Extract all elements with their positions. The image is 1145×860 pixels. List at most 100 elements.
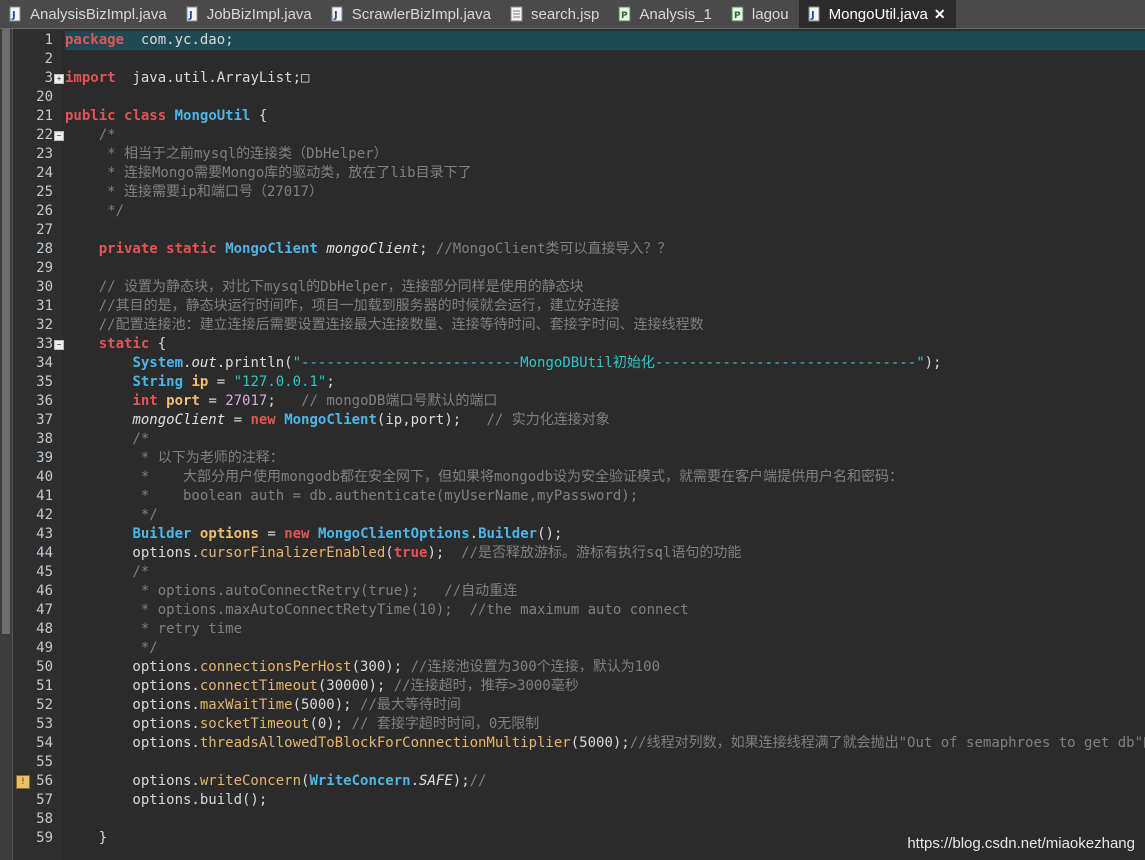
code-token: "127.0.0.1" (233, 374, 327, 390)
tab-analysis-1[interactable]: P Analysis_1 (609, 0, 722, 28)
code-line[interactable]: public class MongoUtil { (65, 107, 1145, 126)
code-line[interactable]: static { (65, 335, 1145, 354)
tab-jobbizimpl-java[interactable]: J JobBizImpl.java (177, 0, 322, 28)
code-token: // (469, 773, 487, 789)
code-line[interactable]: //配置连接池：建立连接后需要设置连接最大连接数量、连接等待时间、套接字时间、连… (65, 316, 1145, 335)
code-line[interactable]: options.cursorFinalizerEnabled(true); //… (65, 544, 1145, 563)
code-token: ; (326, 374, 335, 390)
code-line[interactable]: * options.maxAutoConnectRetyTime(10); //… (65, 601, 1145, 620)
code-editor[interactable]: 1 2 3 +20 21 22−23 24 25 26 27 28 29 30 31 32 33−34 35 36… (0, 29, 1145, 860)
code-line[interactable]: * 连接需要ip和端口号（27017） (65, 183, 1145, 202)
code-line[interactable]: /* (65, 430, 1145, 449)
code-token: private (98, 241, 158, 257)
jsp-file-icon (509, 6, 525, 22)
code-token: threadsAllowedToBlockForConnectionMultip… (199, 735, 571, 751)
close-icon[interactable]: ✕ (934, 6, 946, 23)
line-number: 39 (36, 450, 53, 466)
code-token: MongoUtil (174, 108, 251, 124)
code-area[interactable]: package com.yc.dao; import java.util.Arra… (62, 29, 1145, 860)
code-line[interactable]: mongoClient = new MongoClient(ip,port); … (65, 411, 1145, 430)
line-number: 48 (36, 621, 53, 637)
code-line[interactable]: import java.util.ArrayList;□ (65, 69, 1145, 88)
code-line[interactable]: /* (65, 563, 1145, 582)
tab-analysisbizimpl-java[interactable]: J AnalysisBizImpl.java (0, 0, 177, 28)
code-line[interactable] (65, 810, 1145, 829)
line-number: 54 (36, 735, 53, 751)
code-line[interactable]: * boolean auth = db.authenticate(myUserN… (65, 487, 1145, 506)
code-line[interactable]: options.writeConcern(WriteConcern.SAFE);… (65, 772, 1145, 791)
code-token: static (166, 241, 217, 257)
code-line[interactable]: private static MongoClient mongoClient; … (65, 240, 1145, 259)
code-line[interactable] (65, 259, 1145, 278)
line-number: 47 (36, 602, 53, 618)
code-line[interactable]: options.threadsAllowedToBlockForConnecti… (65, 734, 1145, 753)
tab-mongoutil-java[interactable]: J MongoUtil.java ✕ (798, 0, 956, 28)
tab-search-jsp[interactable]: search.jsp (501, 0, 609, 28)
code-line[interactable]: * 相当于之前mysql的连接类（DbHelper） (65, 145, 1145, 164)
svg-text:P: P (621, 11, 628, 21)
java-file-icon: J (330, 6, 346, 22)
code-line[interactable]: */ (65, 639, 1145, 658)
code-line[interactable] (65, 221, 1145, 240)
line-number: 27 (36, 222, 53, 238)
tab-scrawlerbizimpl-java[interactable]: J ScrawlerBizImpl.java (322, 0, 501, 28)
code-line[interactable]: System.out.println("--------------------… (65, 354, 1145, 373)
code-line[interactable]: /* (65, 126, 1145, 145)
code-token: //连接超时，推荐>3000毫秒 (393, 678, 579, 694)
code-line[interactable]: * 以下为老师的注释： (65, 449, 1145, 468)
code-token: * 连接需要ip和端口号（27017） (65, 184, 324, 200)
code-line[interactable]: * retry time (65, 620, 1145, 639)
code-token: options. (65, 545, 200, 561)
code-token: MongoClientOptions (317, 526, 470, 542)
code-line[interactable]: // 设置为静态块，对比下mysql的DbHelper，连接部分同样是使用的静态… (65, 278, 1145, 297)
code-line[interactable]: * 大部分用户使用mongodb都在安全网下，但如果将mongodb设为安全验证… (65, 468, 1145, 487)
tab-label: JobBizImpl.java (206, 5, 312, 23)
code-token: □ (301, 70, 310, 86)
code-line[interactable]: Builder options = new MongoClientOptions… (65, 525, 1145, 544)
code-token: */ (65, 640, 158, 656)
code-line[interactable]: * options.autoConnectRetry(true); //自动重连 (65, 582, 1145, 601)
line-number: 50 (36, 659, 53, 675)
overview-ruler[interactable] (0, 29, 13, 860)
code-line[interactable]: options.connectTimeout(30000); //连接超时，推荐… (65, 677, 1145, 696)
code-token: // 设置为静态块，对比下mysql的DbHelper，连接部分同样是使用的静态… (65, 279, 584, 295)
code-line[interactable]: options.maxWaitTime(5000); //最大等待时间 (65, 696, 1145, 715)
scrollbar-thumb[interactable] (2, 29, 10, 634)
code-token: out (191, 355, 217, 371)
line-number: 49 (36, 640, 53, 656)
code-token: import (65, 70, 116, 86)
code-token: (300); (351, 659, 411, 675)
line-number: 37 (36, 412, 53, 428)
code-line[interactable]: */ (65, 202, 1145, 221)
warning-marker-icon[interactable]: ! (16, 775, 30, 789)
code-line[interactable]: options.build(); (65, 791, 1145, 810)
code-line[interactable]: //其目的是，静态块运行时间咋，项目一加载到服务器的时候就会运行，建立好连接 (65, 297, 1145, 316)
tab-label: lagou (751, 5, 789, 23)
code-token: new (250, 412, 276, 428)
line-number: 36 (36, 393, 53, 409)
line-number: 55 (36, 754, 53, 770)
code-token: //配置连接池：建立连接后需要设置连接最大连接数量、连接等待时间、套接字时间、连… (65, 317, 704, 333)
code-line[interactable]: String ip = "127.0.0.1"; (65, 373, 1145, 392)
code-line[interactable] (65, 753, 1145, 772)
code-line[interactable] (65, 88, 1145, 107)
code-line[interactable] (65, 50, 1145, 69)
code-line[interactable]: package com.yc.dao; (65, 31, 1145, 50)
code-token: * 以下为老师的注释： (65, 450, 284, 466)
tab-label: ScrawlerBizImpl.java (351, 5, 491, 23)
code-token: class (124, 108, 167, 124)
code-line[interactable]: */ (65, 506, 1145, 525)
code-line[interactable]: * 连接Mongo需要Mongo库的驱动类，放在了lib目录下了 (65, 164, 1145, 183)
tab-label: search.jsp (530, 5, 600, 23)
code-token: (5000); (292, 697, 361, 713)
code-token: ); (924, 355, 942, 371)
tab-label: AnalysisBizImpl.java (30, 5, 167, 23)
code-line[interactable]: options.socketTimeout(0); // 套接字超时时间，0无限… (65, 715, 1145, 734)
code-line[interactable]: options.connectionsPerHost(300); //连接池设置… (65, 658, 1145, 677)
tab-lagou[interactable]: Plagou (722, 0, 799, 28)
code-line[interactable]: int port = 27017; // mongoDB端口号默认的端口 (65, 392, 1145, 411)
